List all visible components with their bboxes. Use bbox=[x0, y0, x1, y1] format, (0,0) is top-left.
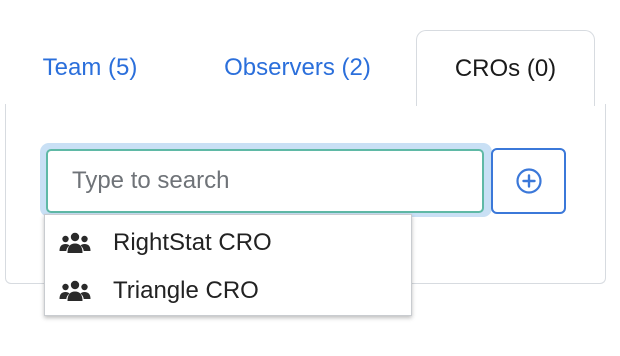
dropdown-item-label: Triangle CRO bbox=[113, 277, 259, 304]
users-icon bbox=[59, 232, 91, 253]
tab-observers[interactable]: Observers (2) bbox=[190, 30, 405, 106]
tab-bar: Team (5) Observers (2) CROs (0) bbox=[0, 0, 620, 110]
search-input[interactable] bbox=[46, 149, 484, 213]
users-icon bbox=[59, 280, 91, 301]
tab-team[interactable]: Team (5) bbox=[5, 30, 175, 106]
search-results-dropdown: RightStat CRO Triangle CRO bbox=[44, 214, 412, 316]
dropdown-item-label: RightStat CRO bbox=[113, 229, 272, 256]
add-button[interactable] bbox=[491, 148, 566, 214]
dropdown-item[interactable]: Triangle CRO bbox=[45, 267, 411, 315]
tab-cros[interactable]: CROs (0) bbox=[416, 30, 595, 106]
plus-circle-icon bbox=[515, 168, 542, 194]
dropdown-item[interactable]: RightStat CRO bbox=[45, 219, 411, 267]
